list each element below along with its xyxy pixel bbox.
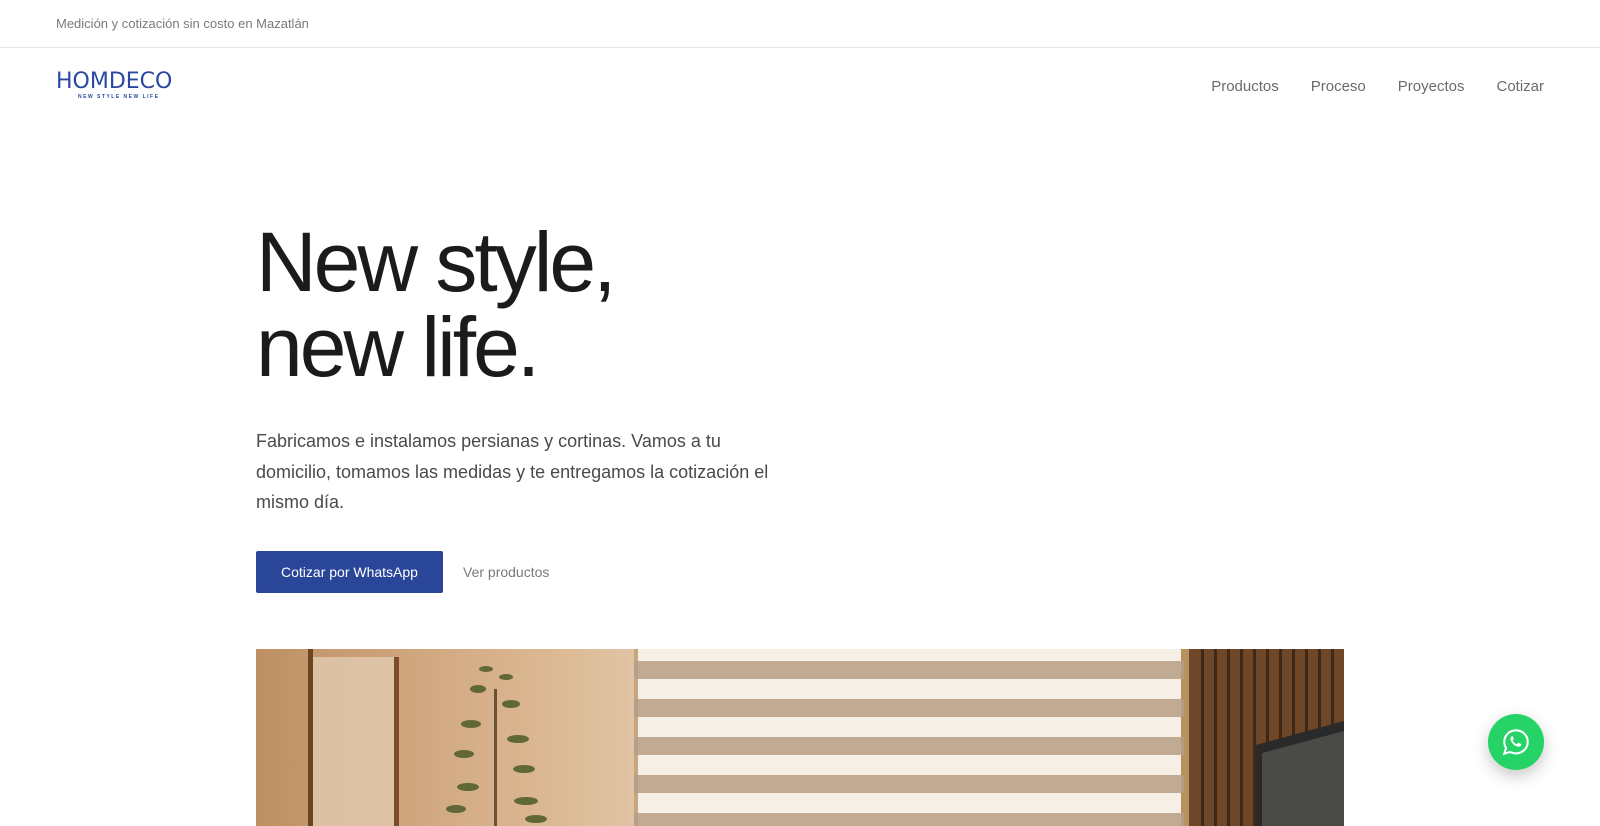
nav-item-productos[interactable]: Productos xyxy=(1211,78,1279,95)
hero-image xyxy=(256,649,1344,826)
site-header: HOMDECO NEW STYLE NEW LIFE Productos Pro… xyxy=(0,48,1600,128)
announcement-text: Medición y cotización sin costo en Mazat… xyxy=(56,16,309,31)
hero-section: New style, new life. xyxy=(256,220,956,390)
nav-item-cotizar[interactable]: Cotizar xyxy=(1496,78,1544,95)
main-nav: Productos Proceso Proyectos Cotizar xyxy=(1211,78,1544,95)
hero-description: Fabricamos e instalamos persianas y cort… xyxy=(256,431,769,512)
whatsapp-quote-button[interactable]: Cotizar por WhatsApp xyxy=(256,551,443,593)
logo-tagline: NEW STYLE NEW LIFE xyxy=(78,94,160,100)
logo-wordmark: HOMDECO xyxy=(56,69,173,94)
whatsapp-icon xyxy=(1502,729,1529,756)
announcement-bar: Medición y cotización sin costo en Mazat… xyxy=(0,0,1600,48)
hero-actions: Cotizar por WhatsApp Ver productos xyxy=(256,551,549,593)
hero-title-line-1: New style, xyxy=(256,215,616,309)
whatsapp-floating-button[interactable] xyxy=(1488,714,1544,770)
view-products-link[interactable]: Ver productos xyxy=(463,564,549,580)
hero-title: New style, new life. xyxy=(256,220,956,390)
hero-title-line-2: new life. xyxy=(256,300,540,394)
hero-image-illustration xyxy=(256,649,1344,826)
brand-logo[interactable]: HOMDECO NEW STYLE NEW LIFE xyxy=(56,70,172,102)
nav-item-proceso[interactable]: Proceso xyxy=(1311,78,1366,95)
nav-item-proyectos[interactable]: Proyectos xyxy=(1398,78,1465,95)
